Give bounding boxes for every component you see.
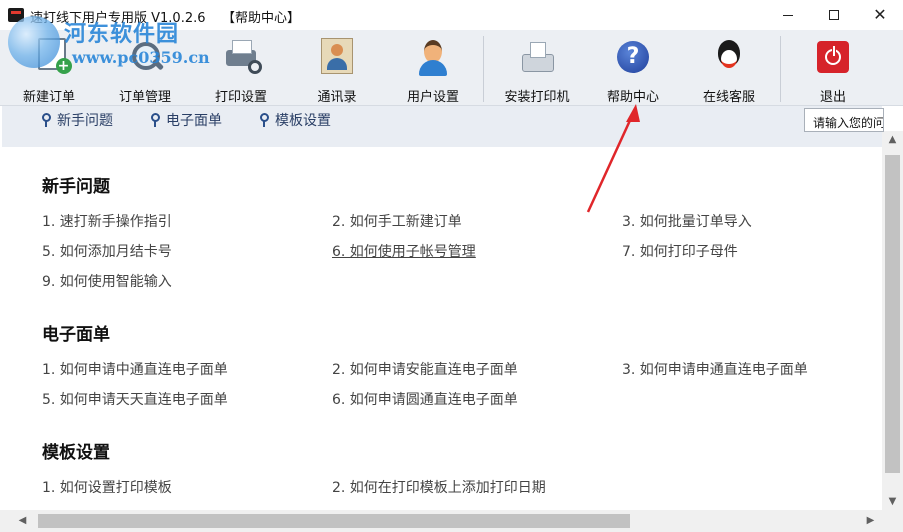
power-icon	[817, 41, 849, 73]
location-pin-icon	[42, 113, 51, 127]
help-link[interactable]: 2. 如何在打印模板上添加打印日期	[332, 477, 546, 497]
help-link[interactable]: 9. 如何使用智能输入	[42, 271, 172, 291]
horizontal-scrollbar[interactable]: ◀ ▶	[0, 510, 903, 532]
contacts-icon	[321, 38, 353, 74]
vertical-scrollbar[interactable]: ▲ ▼	[882, 131, 903, 510]
subnav-label: 新手问题	[57, 113, 113, 129]
vertical-scroll-thumb[interactable]	[885, 155, 900, 473]
scroll-up-arrow-icon[interactable]: ▲	[882, 131, 903, 148]
toolbar-online-service-button[interactable]: 在线客服	[698, 30, 760, 106]
install-printer-icon	[518, 38, 556, 76]
help-link[interactable]: 7. 如何打印子母件	[622, 241, 738, 261]
subnav-label: 模板设置	[275, 113, 331, 129]
window-title: 速打线下用户专用版 V1.0.2.6 【帮助中心】	[30, 11, 301, 26]
close-icon: ✕	[873, 5, 887, 24]
help-link[interactable]: 1. 速打新手操作指引	[42, 211, 172, 231]
toolbar-order-manage-button[interactable]: 订单管理	[114, 30, 176, 106]
help-link[interactable]: 2. 如何手工新建订单	[332, 211, 462, 231]
subnav-label: 电子面单	[166, 113, 222, 129]
help-link[interactable]: 1. 如何设置打印模板	[42, 477, 172, 497]
help-icon: ?	[617, 41, 649, 73]
subnav-item-template[interactable]: 模板设置	[260, 110, 331, 130]
minimize-icon	[783, 14, 793, 16]
qq-icon	[710, 38, 748, 76]
close-button[interactable]: ✕	[857, 0, 903, 30]
search-input[interactable]	[804, 108, 884, 132]
subnav-item-e-waybill[interactable]: 电子面单	[151, 110, 222, 130]
horizontal-scroll-thumb[interactable]	[38, 514, 630, 528]
scroll-left-arrow-icon[interactable]: ◀	[14, 512, 31, 529]
toolbar-user-settings-button[interactable]: 用户设置	[402, 30, 464, 106]
help-link[interactable]: 6. 如何申请圆通直连电子面单	[332, 389, 518, 409]
toolbar-label: 新建订单	[22, 90, 75, 105]
section-nav: 新手问题 电子面单 模板设置	[2, 106, 882, 147]
toolbar-label: 在线客服	[702, 90, 755, 105]
section-title-e-waybill: 电子面单	[42, 325, 110, 345]
toolbar-exit-button[interactable]: 退出	[802, 30, 864, 106]
help-link[interactable]: 3. 如何申请申通直连电子面单	[622, 359, 808, 379]
scroll-down-arrow-icon[interactable]: ▼	[882, 493, 903, 510]
toolbar-install-printer-button[interactable]: 安装打印机	[500, 30, 574, 106]
toolbar-label: 打印设置	[214, 90, 267, 105]
toolbar-contacts-button[interactable]: 通讯录	[306, 30, 368, 106]
toolbar-help-center-button[interactable]: ? 帮助中心	[602, 30, 664, 106]
scroll-right-arrow-icon[interactable]: ▶	[862, 512, 879, 529]
maximize-button[interactable]	[811, 0, 857, 30]
location-pin-icon	[151, 113, 160, 127]
help-link[interactable]: 2. 如何申请安能直连电子面单	[332, 359, 518, 379]
title-bar: 速打线下用户专用版 V1.0.2.6 【帮助中心】 ✕	[0, 0, 903, 30]
help-link[interactable]: 5. 如何添加月结卡号	[42, 241, 172, 261]
main-toolbar: 新建订单 订单管理 打印设置 通讯录 用户设置 安装打印机 ? 帮助中心 在线客…	[0, 30, 903, 106]
toolbar-new-order-button[interactable]: 新建订单	[18, 30, 80, 106]
section-title-template: 模板设置	[42, 443, 110, 463]
toolbar-label: 订单管理	[118, 90, 171, 105]
section-title-beginner: 新手问题	[42, 177, 110, 197]
toolbar-label: 退出	[819, 90, 846, 105]
toolbar-label: 通讯录	[317, 90, 357, 105]
gear-icon	[248, 60, 262, 74]
new-order-icon	[37, 38, 72, 74]
minimize-button[interactable]	[765, 0, 811, 30]
toolbar-label: 帮助中心	[606, 90, 659, 105]
toolbar-separator	[780, 36, 781, 102]
printer-settings-icon	[222, 38, 262, 76]
subnav-item-beginner[interactable]: 新手问题	[42, 110, 113, 130]
help-link-hovered[interactable]: 6. 如何使用子帐号管理	[332, 241, 476, 261]
user-icon	[414, 38, 452, 76]
app-logo-icon	[8, 8, 24, 22]
location-pin-icon	[260, 113, 269, 127]
maximize-icon	[829, 10, 839, 20]
toolbar-label: 安装打印机	[504, 90, 570, 105]
toolbar-separator	[483, 36, 484, 102]
toolbar-label: 用户设置	[406, 90, 459, 105]
help-link[interactable]: 3. 如何批量订单导入	[622, 211, 752, 231]
toolbar-print-settings-button[interactable]: 打印设置	[210, 30, 272, 106]
help-link[interactable]: 1. 如何申请中通直连电子面单	[42, 359, 228, 379]
search-icon	[126, 38, 164, 76]
help-content: 新手问题 电子面单 模板设置 新手问题 1. 速打新手操作指引 2. 如何手工新…	[2, 106, 882, 510]
help-link[interactable]: 5. 如何申请天天直连电子面单	[42, 389, 228, 409]
